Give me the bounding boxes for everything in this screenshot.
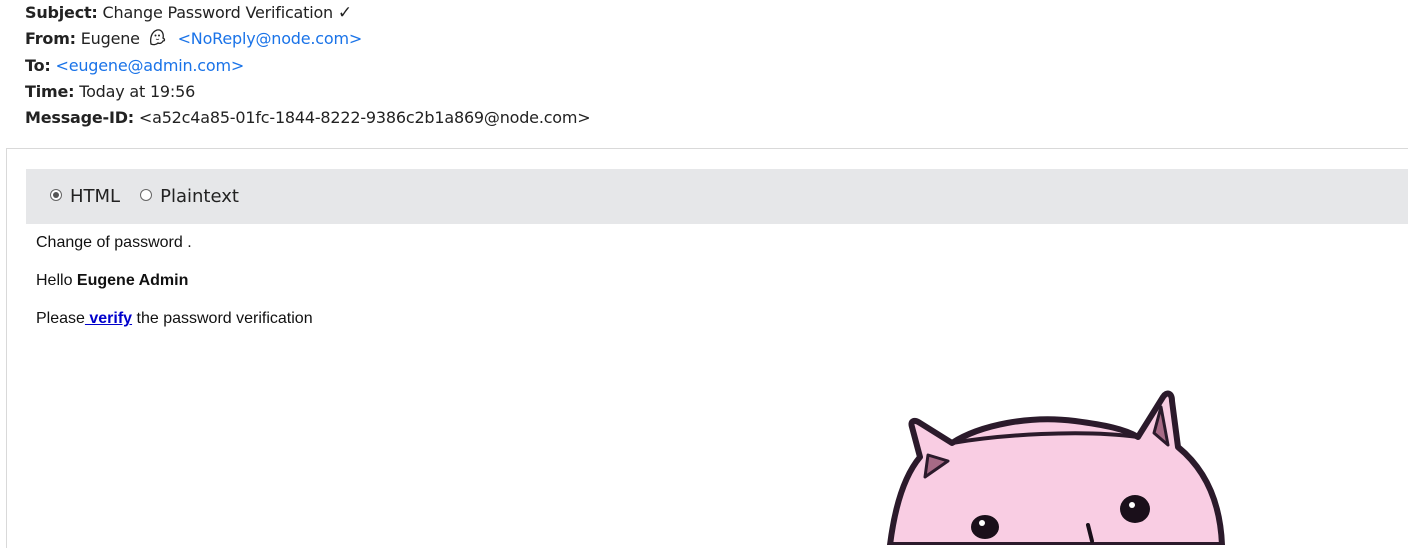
from-row: From: Eugene <NoReply@node.com> — [25, 26, 591, 52]
greeting-name: Eugene Admin — [76, 272, 189, 289]
time-value: Today at 19:56 — [79, 81, 196, 101]
check-icon: ✓ — [337, 3, 352, 23]
message-id-value: <a52c4a85-01fc-1844-8222-9386c2b1a869@no… — [138, 108, 591, 128]
email-headers: Subject: Change Password Verification ✓ … — [25, 0, 591, 131]
from-name: Eugene — [80, 29, 140, 49]
message-verify-line: Please verify the password verification — [36, 310, 313, 328]
subject-row: Subject: Change Password Verification ✓ — [25, 0, 591, 26]
ghost-icon — [147, 27, 167, 47]
to-row: To: <eugene@admin.com> — [25, 53, 591, 79]
subject-label: Subject: — [25, 3, 98, 22]
html-radio[interactable] — [50, 189, 62, 201]
from-label: From: — [25, 29, 76, 49]
verify-link[interactable]: verify — [85, 310, 132, 327]
verify-suffix: the password verification — [132, 310, 313, 327]
message-id-row: Message-ID: <a52c4a85-01fc-1844-8222-938… — [25, 105, 591, 131]
from-email-link[interactable]: <NoReply@node.com> — [178, 29, 363, 48]
view-toggle-bar: HTML Plaintext — [26, 169, 1408, 224]
message-line-title: Change of password . — [36, 234, 192, 251]
time-label: Time: — [25, 81, 75, 101]
message-id-label: Message-ID: — [25, 108, 134, 128]
time-row: Time: Today at 19:56 — [25, 79, 591, 105]
html-radio-option[interactable]: HTML — [50, 186, 120, 207]
greeting-prefix: Hello — [36, 272, 73, 289]
verify-prefix: Please — [36, 310, 85, 327]
html-radio-label[interactable]: HTML — [70, 186, 120, 207]
cat-illustration — [880, 385, 1240, 548]
message-greeting: Hello Eugene Admin — [36, 272, 188, 290]
plaintext-radio-option[interactable]: Plaintext — [140, 186, 239, 207]
plaintext-radio-label[interactable]: Plaintext — [160, 186, 239, 207]
plaintext-radio[interactable] — [140, 189, 153, 201]
to-email-link[interactable]: <eugene@admin.com> — [55, 56, 244, 75]
subject-value: Change Password Verification — [102, 3, 334, 22]
to-label: To: — [25, 55, 51, 75]
